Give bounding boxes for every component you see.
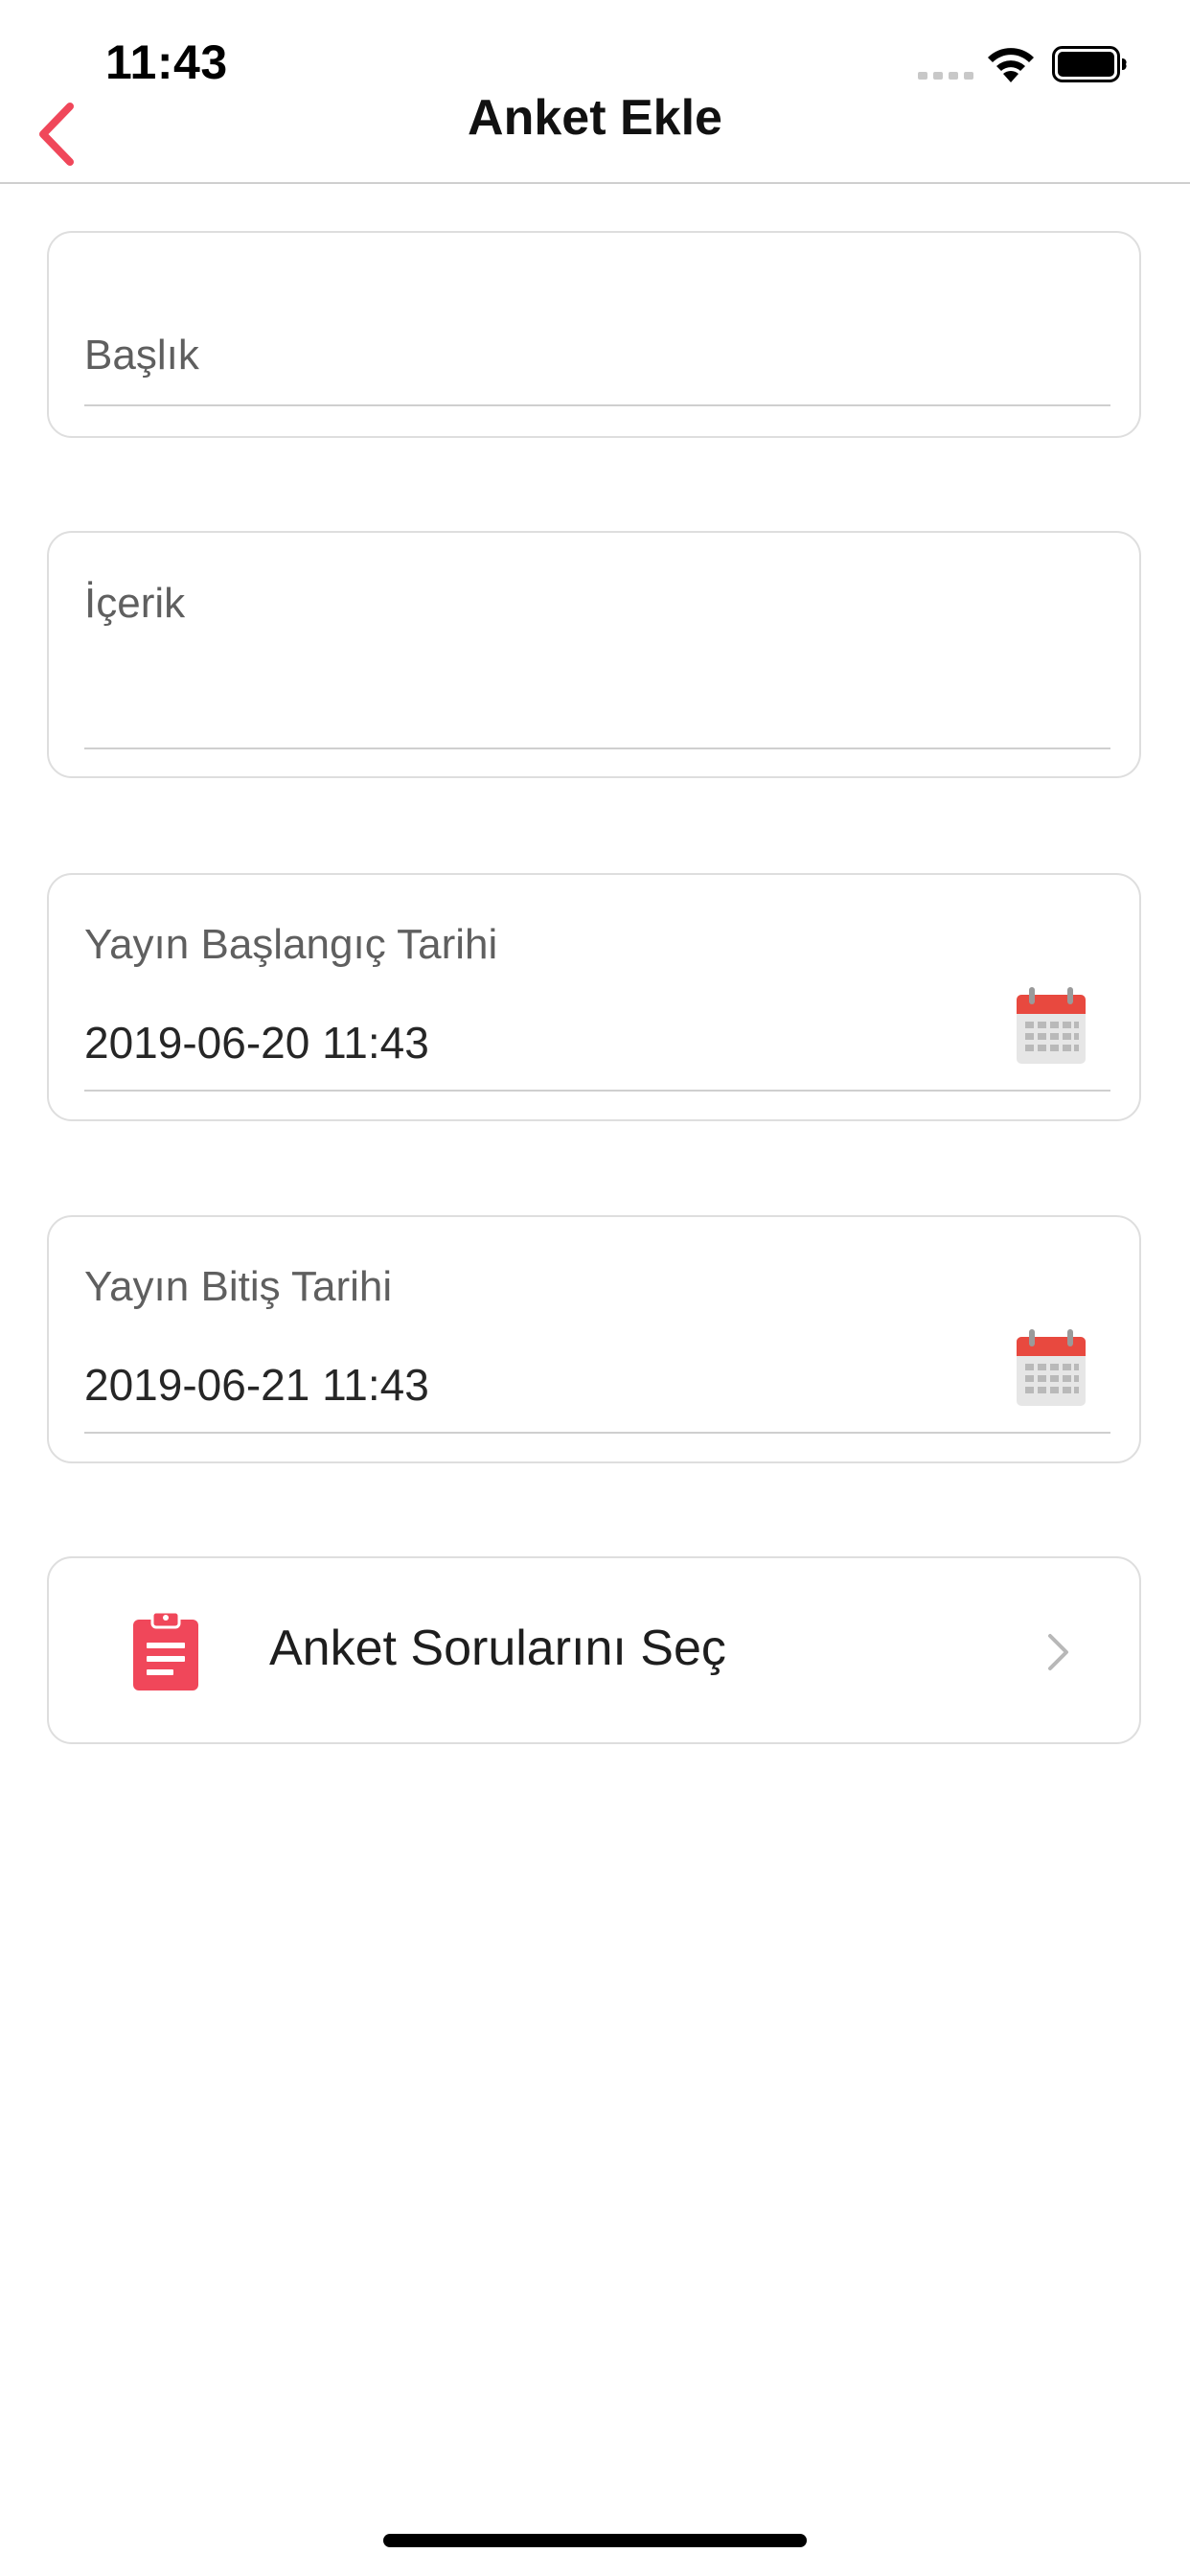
- end-date-value[interactable]: 2019-06-21 11:43: [84, 1359, 429, 1411]
- select-questions-button[interactable]: Anket Sorularını Seç: [47, 1556, 1141, 1744]
- content-underline: [84, 748, 1110, 749]
- page-title: Anket Ekle: [468, 90, 722, 146]
- screen: 11:43 Anket Ekle Başlık İçerik Yayın Baş…: [0, 0, 1190, 2576]
- wifi-icon: [988, 48, 1034, 82]
- title-field-card[interactable]: Başlık: [47, 231, 1141, 438]
- title-underline: [84, 404, 1110, 406]
- navigation-bar: Anket Ekle: [0, 86, 1190, 184]
- end-date-label: Yayın Bitiş Tarihi: [84, 1263, 393, 1310]
- title-input[interactable]: Başlık: [84, 332, 199, 380]
- calendar-icon[interactable]: [1016, 1329, 1087, 1408]
- status-time: 11:43: [105, 35, 228, 89]
- battery-icon: [1052, 46, 1127, 82]
- content-field-card[interactable]: İçerik: [47, 531, 1141, 778]
- start-date-label: Yayın Başlangıç Tarihi: [84, 921, 498, 968]
- calendar-icon[interactable]: [1016, 987, 1087, 1066]
- start-date-value[interactable]: 2019-06-20 11:43: [84, 1017, 429, 1069]
- start-date-underline: [84, 1090, 1110, 1092]
- cellular-signal-icon: [918, 72, 973, 80]
- clipboard-icon: [133, 1610, 198, 1690]
- content-input[interactable]: İçerik: [84, 580, 185, 628]
- chevron-right-icon: [1048, 1634, 1068, 1670]
- end-date-field-card[interactable]: Yayın Bitiş Tarihi 2019-06-21 11:43: [47, 1215, 1141, 1463]
- end-date-underline: [84, 1432, 1110, 1434]
- select-questions-label: Anket Sorularını Seç: [269, 1621, 726, 1676]
- start-date-field-card[interactable]: Yayın Başlangıç Tarihi 2019-06-20 11:43: [47, 873, 1141, 1121]
- home-indicator[interactable]: [383, 2534, 807, 2547]
